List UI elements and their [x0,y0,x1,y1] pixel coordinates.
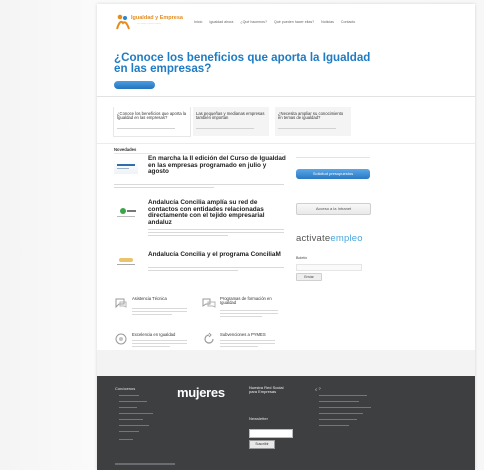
hero-divider [97,96,475,97]
tabs-divider [97,143,475,144]
news-thumbnail [114,206,138,220]
menu-item-que-pueden-hacer[interactable]: Qué pueden hacer ellas? [274,20,314,24]
hero-title: ¿Conoce los beneficios que aporta la Igu… [114,51,371,75]
feature-text-line [132,343,187,344]
feature-text-line [220,316,262,317]
logo-text: Igualdad y Empresa [131,15,183,21]
sidebar-email-field[interactable] [296,264,362,271]
request-quote-button[interactable]: Solicitud presupuestos [296,169,370,179]
feature-text-line [220,313,278,314]
news-title[interactable]: Andalucía Concilia y el programa Concili… [148,251,286,259]
feature-tabs: ¿Conoce los beneficios que aporta la Igu… [113,107,351,137]
feature-label: Excelencia en Igualdad [132,332,176,337]
tab-text-line [196,128,254,129]
footer-link[interactable] [319,419,357,420]
main-menu: Inicio Igualdad ahora ¿Qué hacemos? Qué … [194,20,355,24]
feature-label: Asistencia Técnica [132,296,167,301]
tab-label: ¿Necesita ampliar su conocimiento en tem… [278,111,344,121]
tab-label: Las pequeñas y medianas empresas también… [196,111,265,121]
menu-item-inicio[interactable]: Inicio [194,20,202,24]
news-title[interactable]: En marcha la II edición del Curso de Igu… [148,155,286,176]
tab-text-line [278,128,336,129]
footer-mujeres-logo[interactable]: mujeres [177,385,225,400]
footer-col1-title: Conócenos [115,386,136,391]
news-item[interactable]: Andalucía Concilia y el programa Concili… [114,251,286,284]
sidebar-search-input[interactable] [296,151,370,158]
news-excerpt-line [148,235,228,236]
news-thumbnail [114,160,138,174]
section-title: Novedades [114,147,137,152]
footer-copyright [115,463,175,465]
news-excerpt-line [114,187,214,188]
feature-text-line [220,343,275,344]
menu-item-que-hacemos[interactable]: ¿Qué hacemos? [240,20,267,24]
footer-link[interactable] [319,425,349,426]
logo-tagline: ····················· [137,22,162,26]
top-navigation: Igualdad y Empresa ·····················… [97,4,475,44]
footer-link[interactable] [119,439,133,440]
footer-col4-title: ¿ ? [315,386,321,391]
footer-newsletter-title: Newsletter [249,416,268,421]
tab-beneficios[interactable]: ¿Conoce los beneficios que aporta la Igu… [113,107,191,137]
people-logo-icon [116,14,130,30]
news-title[interactable]: Andalucía Concilia amplía su red de cont… [148,199,286,226]
feature-label: Programas de formación en Igualdad [220,296,272,306]
news-excerpt-line [148,229,284,230]
feature-text-line [220,340,275,341]
feature-text-line [220,346,258,347]
news-excerpt-line [114,184,284,185]
footer-link[interactable] [119,419,143,420]
feature-text-line [132,314,172,315]
footer-link[interactable] [319,395,367,396]
chat-icon [115,298,127,309]
activate-text: activate [296,233,331,244]
footer-link[interactable] [119,431,139,432]
news-item[interactable]: Andalucía Concilia amplía su red de cont… [114,199,286,248]
feature-formacion[interactable]: Programas de formación en Igualdad [202,296,282,330]
feature-label: Subvenciones a PYMES [220,332,266,337]
tab-text-line [117,128,175,129]
news-thumbnail [114,255,138,269]
tab-label: ¿Conoce los beneficios que aporta la Igu… [117,111,187,121]
feature-text-line [132,308,187,309]
footer-link[interactable] [119,407,137,408]
refresh-icon [204,332,214,344]
news-excerpt-line [148,232,284,233]
website-page: Igualdad y Empresa ·····················… [97,4,475,470]
feature-text-line [132,311,187,312]
menu-item-noticias[interactable]: Noticias [321,20,334,24]
news-excerpt-line [148,270,238,271]
pre-footer-band [97,350,475,376]
news-excerpt-line [148,267,284,268]
menu-item-igualdad[interactable]: Igualdad ahora [209,20,233,24]
footer-link[interactable] [319,401,359,402]
footer-link[interactable] [119,413,153,414]
hero-more-button[interactable] [114,81,155,89]
footer-subscribe-button[interactable]: Suscribir [249,440,275,449]
news-item[interactable]: En marcha la II edición del Curso de Igu… [114,155,286,198]
tab-pymes[interactable]: Las pequeñas y medianas empresas también… [193,107,269,136]
feature-text-line [132,346,170,347]
chat-bubbles-icon [202,298,216,308]
activate-empleo-banner[interactable]: activateempleo [296,233,363,244]
menu-item-contacto[interactable]: Contacto [341,20,355,24]
feature-text-line [220,310,278,311]
footer-link[interactable] [319,407,371,408]
footer-link[interactable] [119,425,149,426]
footer-link[interactable] [319,413,363,414]
feature-asistencia[interactable]: Asistencia Técnica [114,296,194,330]
sidebar-send-button[interactable]: Enviar [296,273,322,281]
feature-text-line [132,340,187,341]
award-icon [115,333,127,345]
site-footer: Conócenos mujeres Nuestra Red Social par… [97,376,475,470]
footer-newsletter-input[interactable] [249,429,293,438]
empleo-text: empleo [330,233,363,244]
footer-social-title: Nuestra Red Social para Empresas [249,385,284,395]
sidebar-field-label: Boletín [296,256,308,260]
footer-link[interactable] [119,401,147,402]
tab-conocimiento[interactable]: ¿Necesita ampliar su conocimiento en tem… [275,107,351,136]
section-rule [114,153,284,154]
footer-link[interactable] [119,395,139,396]
intranet-access-button[interactable]: Acceso a la Intranet [296,203,371,215]
